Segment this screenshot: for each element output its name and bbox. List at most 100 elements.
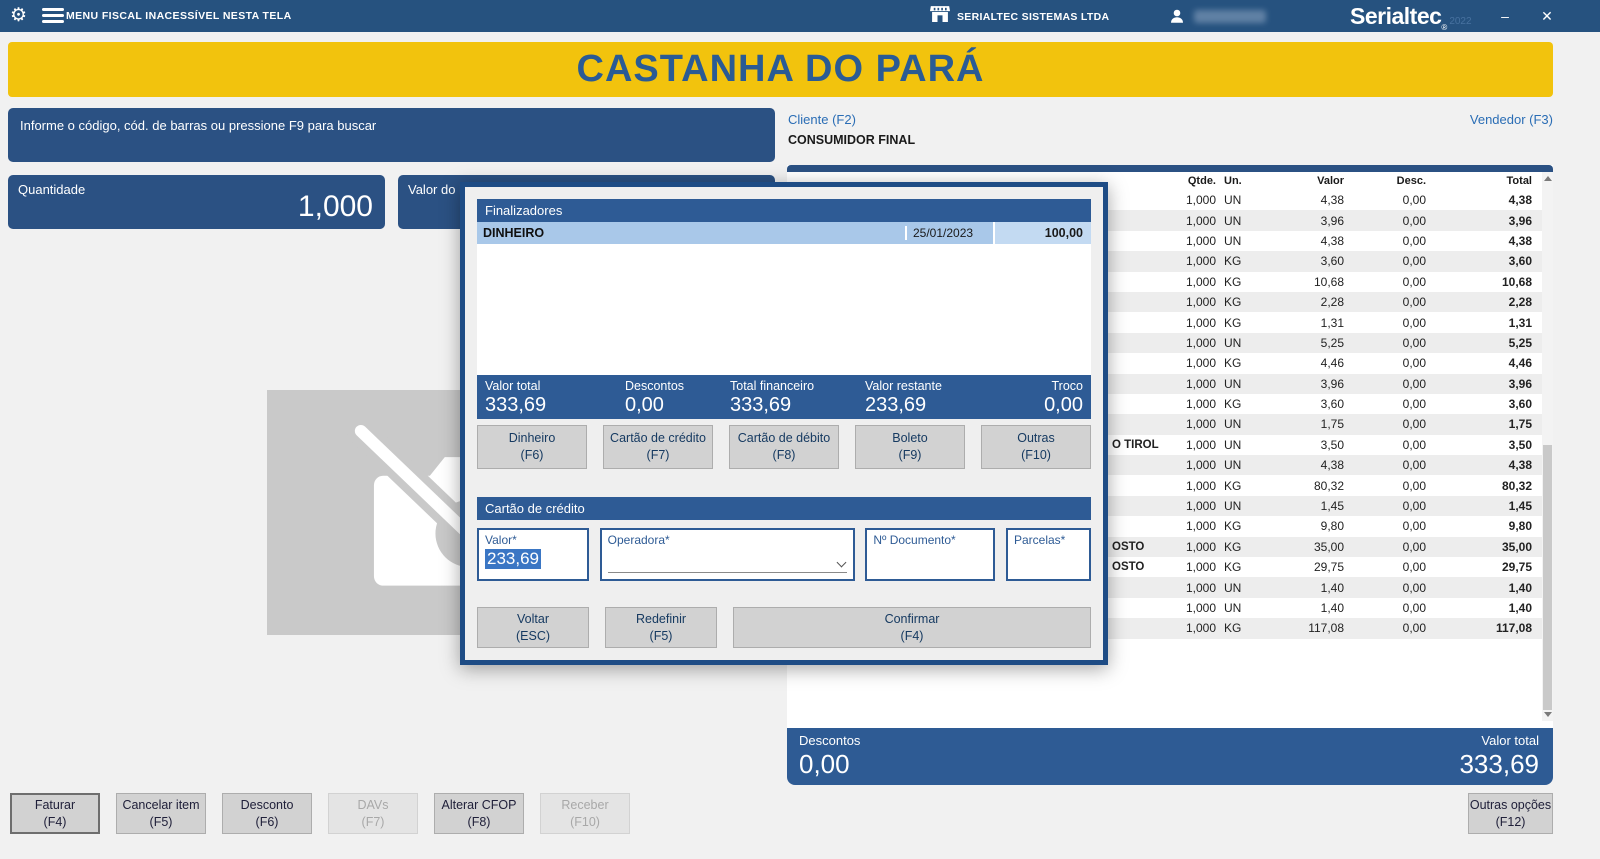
item-discount: 0,00 (1402, 376, 1426, 391)
items-scrollbar[interactable] (1542, 172, 1553, 721)
item-unit: KG (1224, 295, 1242, 310)
item-value: 10,68 (1313, 274, 1344, 289)
payment-method-key: (F10) (1021, 448, 1051, 462)
total-cell-label: Descontos (625, 379, 685, 393)
menu-icon[interactable] (42, 8, 64, 26)
action-key: (F5) (649, 628, 673, 643)
item-value: 1,31 (1320, 315, 1344, 330)
gear-icon[interactable]: ⚙ (10, 4, 27, 27)
confirmar-button[interactable]: Confirmar (F4) (733, 607, 1091, 648)
item-unit: KG (1224, 356, 1242, 371)
redefinir-button[interactable]: Redefinir (F5) (605, 607, 717, 648)
item-total: 3,96 (1508, 376, 1532, 391)
payment-method-label: Boleto (892, 431, 928, 445)
footer-button-faturar[interactable]: Faturar (F4) (10, 793, 100, 834)
total-cell: Descontos 0,00 (617, 375, 722, 419)
total-cell-value: 0,00 (1044, 394, 1083, 416)
document-number-field[interactable]: Nº Documento* (865, 528, 996, 581)
amount-field[interactable]: Valor* 233,69 (477, 528, 589, 581)
item-qty: 1,000 (1185, 213, 1216, 228)
item-value: 4,38 (1320, 193, 1344, 208)
scroll-down-icon[interactable] (1543, 712, 1552, 717)
payment-method-label: Cartão de débito (737, 431, 831, 445)
item-discount: 0,00 (1402, 335, 1426, 350)
total-cell-value: 0,00 (625, 394, 664, 416)
user-icon (1171, 9, 1183, 23)
card-operator-input[interactable] (607, 553, 847, 573)
item-value-label: Valor do it (408, 182, 466, 197)
item-unit: UN (1224, 335, 1242, 350)
user-name-redacted (1194, 9, 1266, 23)
close-button[interactable]: ✕ (1530, 0, 1564, 32)
document-number-label: Nº Documento* (873, 533, 956, 547)
item-value: 3,50 (1320, 437, 1344, 452)
item-value: 4,46 (1320, 356, 1344, 371)
footer-button-label: Alterar CFOP (441, 797, 517, 812)
item-qty: 1,000 (1185, 356, 1216, 371)
total-cell-label: Troco (1051, 379, 1084, 393)
app-logo-year: 2022 (1449, 16, 1472, 27)
item-total: 4,38 (1508, 193, 1532, 208)
payment-method-button[interactable]: Cartão de débito (F8) (729, 425, 839, 469)
scrollbar-thumb[interactable] (1543, 445, 1552, 710)
customer-field-value: CONSUMIDOR FINAL (788, 133, 916, 147)
more-options-button[interactable]: Outras opções (F12) (1468, 793, 1553, 834)
vendor-field-label[interactable]: Vendedor (F3) (1253, 112, 1553, 127)
item-unit: UN (1224, 499, 1242, 514)
amount-field-value: 233,69 (485, 549, 541, 569)
item-discount: 0,00 (1402, 233, 1426, 248)
item-qty: 1,000 (1185, 233, 1216, 248)
item-total: 80,32 (1501, 478, 1532, 493)
customer-field-label[interactable]: Cliente (F2) (788, 112, 856, 127)
footer-button-key: (F10) (570, 814, 600, 829)
footer-button-key: (F6) (255, 814, 279, 829)
item-total: 4,38 (1508, 458, 1532, 473)
action-label: Redefinir (635, 611, 687, 626)
footer-button-alterar-cfop[interactable]: Alterar CFOP (F8) (434, 793, 524, 834)
item-unit: KG (1224, 315, 1242, 330)
item-total: 9,80 (1508, 519, 1532, 534)
quantity-field[interactable]: Quantidade 1,000 (8, 175, 385, 229)
installments-label: Parcelas* (1013, 533, 1066, 547)
item-discount: 0,00 (1402, 417, 1426, 432)
item-value: 3,60 (1320, 254, 1344, 269)
payment-method-button[interactable]: Dinheiro (F6) (477, 425, 587, 469)
item-qty: 1,000 (1185, 315, 1216, 330)
summary-discount-label: Descontos (799, 733, 861, 748)
item-unit: UN (1224, 213, 1242, 228)
item-discount: 0,00 (1402, 193, 1426, 208)
item-unit: KG (1224, 621, 1242, 636)
item-value: 5,25 (1320, 335, 1344, 350)
installments-field[interactable]: Parcelas* (1005, 528, 1091, 581)
product-search-input[interactable]: Informe o código, cód. de barras ou pres… (8, 108, 775, 162)
footer-button-key: (F7) (361, 814, 385, 829)
card-operator-label: Operadora* (607, 533, 670, 547)
total-cell-label: Total financeiro (730, 379, 815, 393)
voltar-button[interactable]: Voltar (ESC) (477, 607, 589, 648)
payment-entries-list: DINHEIRO 25/01/2023 100,00 (477, 222, 1091, 375)
payment-method-button[interactable]: Boleto (F9) (855, 425, 965, 469)
col-qty: Qtde. (1187, 175, 1216, 187)
total-cell-label: Valor restante (865, 379, 942, 393)
item-value: 1,45 (1320, 499, 1344, 514)
payment-method-button[interactable]: Cartão de crédito (F7) (603, 425, 713, 469)
footer-button-cancelar-item[interactable]: Cancelar item (F5) (116, 793, 206, 834)
item-value: 3,96 (1320, 376, 1344, 391)
payment-entry-row[interactable]: DINHEIRO 25/01/2023 100,00 (477, 222, 1091, 245)
app-logo-reg: ® (1441, 23, 1448, 32)
minimize-button[interactable]: – (1488, 0, 1522, 32)
item-unit: KG (1224, 397, 1242, 412)
card-operator-select[interactable]: Operadora* (599, 528, 855, 581)
payment-entry-amount: 100,00 (993, 222, 1091, 244)
footer-button-label: Faturar (34, 797, 76, 812)
item-total: 5,25 (1508, 335, 1532, 350)
total-cell-label: Valor total (485, 379, 541, 393)
item-qty: 1,000 (1185, 254, 1216, 269)
item-total: 3,50 (1508, 437, 1532, 452)
footer-button-desconto[interactable]: Desconto (F6) (222, 793, 312, 834)
payment-method-button[interactable]: Outras (F10) (981, 425, 1091, 469)
payment-method-label: Dinheiro (508, 431, 556, 445)
scroll-up-icon[interactable] (1543, 176, 1552, 181)
item-discount: 0,00 (1402, 274, 1426, 289)
item-discount: 0,00 (1402, 397, 1426, 412)
